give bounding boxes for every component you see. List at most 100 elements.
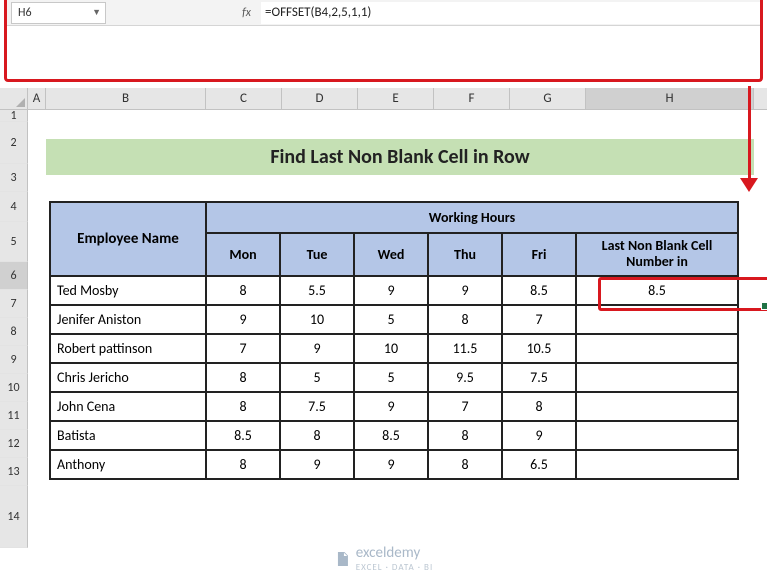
day-header-tue: Tue: [280, 233, 354, 276]
col-header-B[interactable]: B: [46, 88, 206, 109]
cell-last[interactable]: [576, 363, 738, 392]
cell[interactable]: 5: [354, 363, 428, 392]
arrow-line: [748, 86, 751, 182]
cell[interactable]: 8.5: [206, 421, 280, 450]
cell[interactable]: 9: [280, 450, 354, 479]
arrow-head-icon: [740, 178, 758, 192]
cell-last[interactable]: [576, 421, 738, 450]
cell[interactable]: 7: [206, 334, 280, 363]
select-all-corner[interactable]: [0, 88, 28, 109]
table-row: Ted Mosby85.5998.58.5: [50, 276, 738, 305]
table-row: Chris Jericho8559.57.5: [50, 363, 738, 392]
cell[interactable]: 9: [502, 421, 576, 450]
cell[interactable]: 8.5: [354, 421, 428, 450]
emp-name[interactable]: Anthony: [50, 450, 206, 479]
cell[interactable]: 8: [206, 450, 280, 479]
cell[interactable]: 10: [280, 305, 354, 334]
cell[interactable]: 8: [502, 392, 576, 421]
row-headers: 1 2 3 4 5 6 7 8 9 10 11 12 13 14: [0, 110, 28, 548]
cell[interactable]: 8: [428, 450, 502, 479]
row-header-10[interactable]: 10: [0, 374, 28, 402]
cell[interactable]: 9: [354, 392, 428, 421]
cell[interactable]: 7.5: [280, 392, 354, 421]
fx-icon[interactable]: fx: [242, 6, 251, 20]
emp-name[interactable]: John Cena: [50, 392, 206, 421]
cell-last[interactable]: [576, 305, 738, 334]
cell[interactable]: 9: [206, 305, 280, 334]
row-header-9[interactable]: 9: [0, 346, 28, 374]
cell[interactable]: 10: [354, 334, 428, 363]
watermark-logo: exceldemy EXCEL · DATA · BI: [334, 544, 433, 573]
day-header-mon: Mon: [206, 233, 280, 276]
chevron-down-icon[interactable]: ▼: [92, 7, 101, 18]
formula-bar[interactable]: =OFFSET(B4,2,5,1,1): [261, 2, 760, 24]
formula-text: =OFFSET(B4,2,5,1,1): [265, 5, 371, 20]
col-header-A[interactable]: A: [28, 88, 46, 109]
cell-last[interactable]: [576, 392, 738, 421]
cell[interactable]: 7.5: [502, 363, 576, 392]
cell[interactable]: 9.5: [428, 363, 502, 392]
data-table: Employee Name Working Hours Mon Tue Wed …: [49, 201, 739, 480]
day-header-wed: Wed: [354, 233, 428, 276]
cell-last[interactable]: [576, 334, 738, 363]
cell[interactable]: 5.5: [280, 276, 354, 305]
row-header-8[interactable]: 8: [0, 318, 28, 346]
row-header-4[interactable]: 4: [0, 192, 28, 222]
cell[interactable]: 8: [428, 305, 502, 334]
row-header-12[interactable]: 12: [0, 430, 28, 458]
cells-area[interactable]: Find Last Non Blank Cell in Row Employee…: [28, 110, 767, 548]
cell[interactable]: 5: [280, 363, 354, 392]
col-header-H[interactable]: H: [586, 88, 754, 109]
logo-text: exceldemy: [356, 544, 433, 562]
cell[interactable]: 7: [502, 305, 576, 334]
cell[interactable]: 9: [280, 334, 354, 363]
cell[interactable]: 7: [428, 392, 502, 421]
col-header-F[interactable]: F: [434, 88, 510, 109]
col-header-E[interactable]: E: [358, 88, 434, 109]
cell[interactable]: 8: [206, 276, 280, 305]
row-header-14[interactable]: 14: [0, 486, 28, 548]
emp-name[interactable]: Jenifer Aniston: [50, 305, 206, 334]
row-header-7[interactable]: 7: [0, 290, 28, 318]
cell[interactable]: 5: [354, 305, 428, 334]
cell[interactable]: 10.5: [502, 334, 576, 363]
cell[interactable]: 9: [354, 276, 428, 305]
cell[interactable]: 9: [354, 450, 428, 479]
namebox-row: H6 ▼ fx =OFFSET(B4,2,5,1,1): [7, 0, 760, 26]
cell-last[interactable]: [576, 450, 738, 479]
cell[interactable]: 8: [428, 421, 502, 450]
cell[interactable]: 8: [206, 392, 280, 421]
cell[interactable]: 11.5: [428, 334, 502, 363]
name-box[interactable]: H6 ▼: [11, 2, 106, 24]
row-header-13[interactable]: 13: [0, 458, 28, 486]
cell[interactable]: 8: [280, 421, 354, 450]
table-row: Batista8.588.589: [50, 421, 738, 450]
day-header-thu: Thu: [428, 233, 502, 276]
name-box-value: H6: [18, 6, 32, 20]
emp-name[interactable]: Robert pattinson: [50, 334, 206, 363]
row-header-1[interactable]: 1: [0, 110, 28, 122]
day-header-fri: Fri: [502, 233, 576, 276]
cell-last[interactable]: 8.5: [576, 276, 738, 305]
col-header-G[interactable]: G: [510, 88, 586, 109]
last-nonblank-header: Last Non Blank Cell Number in: [576, 233, 738, 276]
row-header-11[interactable]: 11: [0, 402, 28, 430]
formula-bar-expanded: [7, 26, 760, 78]
row-header-2[interactable]: 2: [0, 122, 28, 164]
col-header-D[interactable]: D: [282, 88, 358, 109]
table-row: John Cena87.5978: [50, 392, 738, 421]
title-text: Find Last Non Blank Cell in Row: [270, 145, 529, 169]
logo-subtext: EXCEL · DATA · BI: [356, 562, 433, 573]
employee-header: Employee Name: [50, 202, 206, 276]
row-header-3[interactable]: 3: [0, 164, 28, 192]
row-header-5[interactable]: 5: [0, 222, 28, 262]
cell[interactable]: 8.5: [502, 276, 576, 305]
col-header-C[interactable]: C: [206, 88, 282, 109]
cell[interactable]: 9: [428, 276, 502, 305]
row-header-6[interactable]: 6: [0, 262, 28, 290]
cell[interactable]: 8: [206, 363, 280, 392]
emp-name[interactable]: Ted Mosby: [50, 276, 206, 305]
cell[interactable]: 6.5: [502, 450, 576, 479]
emp-name[interactable]: Batista: [50, 421, 206, 450]
emp-name[interactable]: Chris Jericho: [50, 363, 206, 392]
